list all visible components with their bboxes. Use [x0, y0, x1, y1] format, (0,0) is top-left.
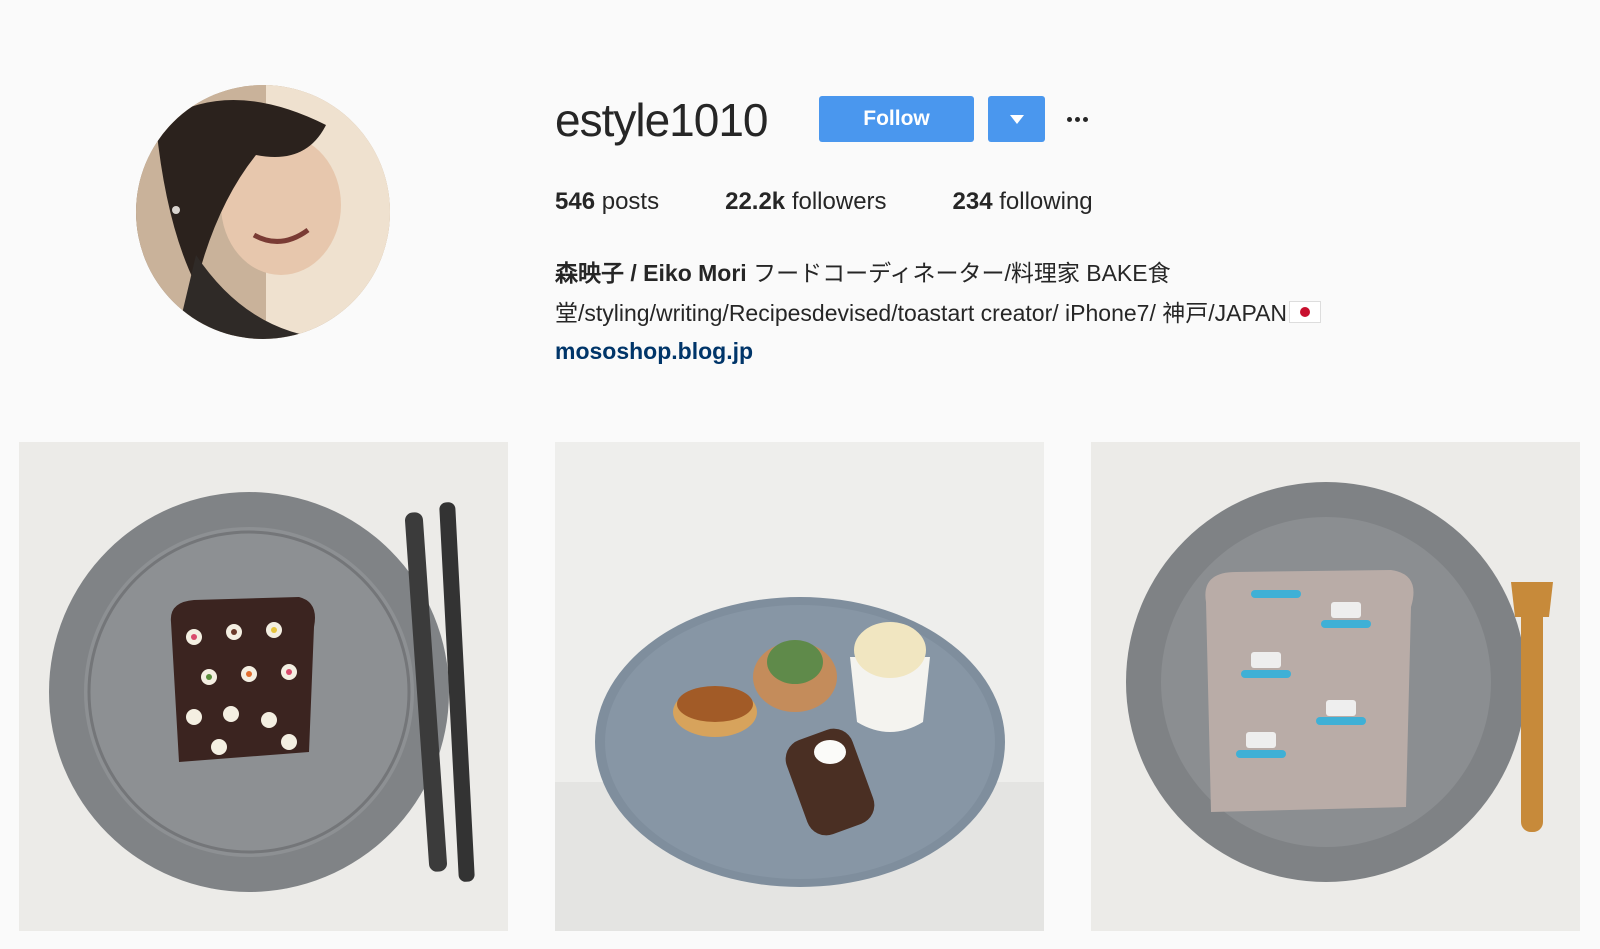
post-image — [19, 442, 508, 931]
website-link[interactable]: mososhop.blog.jp — [555, 333, 753, 369]
bio-text-line2: 堂/styling/writing/Recipesdevised/toastar… — [555, 300, 1288, 326]
full-name: 森映子 / Eiko Mori — [555, 260, 747, 286]
avatar-image — [136, 85, 390, 339]
post-image — [1091, 442, 1580, 931]
follow-dropdown-button[interactable] — [988, 96, 1045, 142]
post-thumbnail-2[interactable] — [555, 442, 1044, 931]
following-count[interactable]: 234 following — [953, 186, 1093, 218]
posts-count: 546 posts — [555, 188, 660, 215]
caret-down-icon — [1009, 114, 1024, 124]
ellipsis-icon — [1066, 116, 1072, 122]
follow-button[interactable]: Follow — [819, 96, 974, 142]
username: estyle1010 — [555, 94, 768, 146]
more-options-button[interactable] — [1062, 106, 1092, 132]
bio-text-line1: フードコーディネーター/料理家 BAKE食 — [746, 260, 1171, 286]
followers-count[interactable]: 22.2k followers — [725, 186, 886, 218]
post-image — [555, 442, 1044, 931]
bio: 森映子 / Eiko Mori フードコーディネーター/料理家 BAKE食 堂/… — [555, 253, 1515, 333]
profile-stats: 546 posts 22.2k followers 234 following — [555, 186, 1159, 218]
avatar[interactable] — [136, 85, 390, 339]
post-thumbnail-1[interactable] — [19, 442, 508, 931]
japan-flag-icon — [1289, 301, 1322, 323]
post-thumbnail-3[interactable] — [1091, 442, 1580, 931]
